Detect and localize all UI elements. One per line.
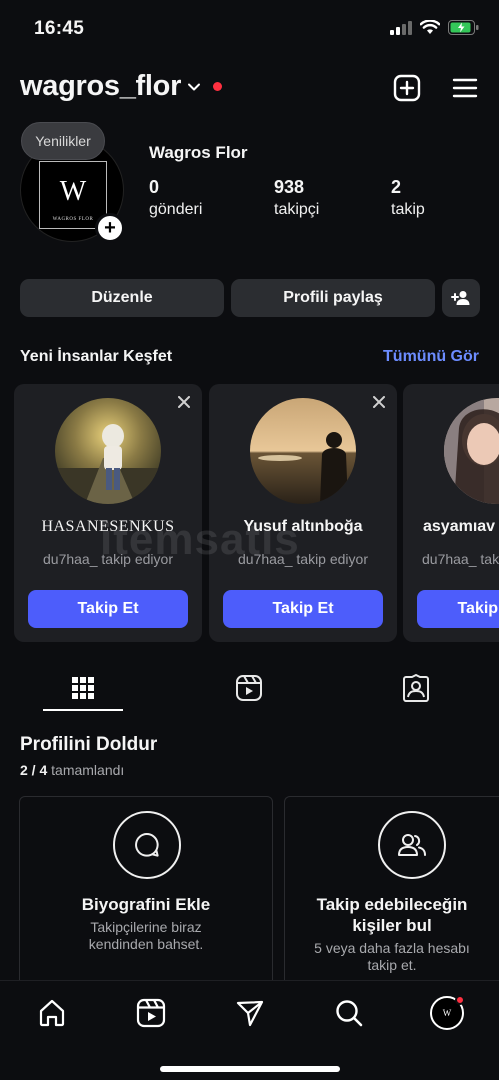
add-bio-desc-line2: kendinden bahset. (88, 936, 204, 952)
posts-count: 0 (149, 177, 160, 197)
username: wagros_flor (20, 70, 182, 102)
progress-label: tamamlandı (51, 762, 125, 778)
wifi-icon (420, 20, 440, 34)
hamburger-menu-icon (452, 78, 478, 98)
tab-reels[interactable] (197, 664, 301, 712)
person-sunset-photo (250, 398, 356, 504)
follow-button[interactable]: Takip Et (417, 590, 499, 628)
add-bio-title: Biyografini Ekle (81, 895, 211, 914)
posts-stat[interactable]: 0 gönderi (149, 177, 202, 219)
home-indicator (160, 1066, 340, 1072)
suggestion-card[interactable]: HASANESENKUS du7haa_ takip ediyor Takip … (14, 384, 202, 642)
following-label: takip (391, 201, 425, 218)
tagged-person-icon (403, 674, 429, 702)
suggestion-card[interactable]: asyamıav du7haa_ takip ed Takip Et (403, 384, 499, 642)
nav-profile[interactable]: W (427, 993, 467, 1033)
plus-square-icon (393, 74, 421, 102)
bottom-nav: W (0, 980, 499, 1080)
edit-profile-button[interactable]: Düzenle (20, 279, 224, 317)
status-time: 16:45 (34, 18, 85, 39)
paper-plane-icon (236, 1000, 264, 1027)
find-people-title-line1: Takip edebileceğin (316, 895, 468, 914)
people-icon (398, 834, 426, 856)
suggestion-name: asyamıav (423, 518, 496, 535)
new-note-bubble[interactable]: Yenilikler (21, 122, 105, 160)
suggestion-card[interactable]: Yusuf altınboğa du7haa_ takip ediyor Tak… (209, 384, 397, 642)
nav-messages[interactable] (230, 993, 270, 1033)
add-bio-card[interactable]: Biyografini Ekle Takipçilerine biraz ken… (19, 796, 273, 986)
plus-icon: + (104, 217, 116, 239)
nav-reels[interactable] (131, 993, 171, 1033)
suggestion-subtitle: du7haa_ takip ed (422, 551, 499, 567)
find-people-desc-line2: takip et. (367, 957, 417, 973)
find-people-title-line2: kişiler bul (352, 916, 432, 935)
add-bio-desc-line1: Takipçilerine biraz (90, 919, 202, 935)
reels-icon (136, 998, 166, 1028)
follow-button[interactable]: Takip Et (223, 590, 383, 628)
nav-home[interactable] (32, 993, 72, 1033)
search-icon (336, 1000, 363, 1027)
close-icon (178, 396, 190, 408)
share-profile-button[interactable]: Profili paylaş (231, 279, 435, 317)
chevron-down-icon (188, 83, 201, 90)
posts-label: gönderi (149, 201, 203, 218)
account-switcher[interactable]: wagros_flor (20, 70, 223, 103)
watermark: itemsatis (100, 515, 300, 564)
find-people-desc-line1: 5 veya daha fazla hesabı (314, 940, 470, 956)
tab-tagged[interactable] (364, 664, 468, 712)
active-tab-indicator (43, 709, 123, 711)
person-street-photo (55, 398, 161, 504)
grid-icon (72, 677, 94, 699)
suggestion-avatar[interactable] (444, 398, 499, 504)
battery-icon (448, 20, 479, 35)
followers-stat[interactable]: 938 takipçi (274, 177, 319, 219)
reels-icon (236, 675, 262, 701)
display-name: Wagros Flor (149, 143, 248, 162)
speech-bubble-icon (135, 833, 159, 857)
followers-label: takipçi (274, 201, 320, 218)
complete-profile-title: Profilini Doldur (20, 734, 158, 755)
menu-button[interactable] (449, 72, 481, 104)
add-story-button[interactable]: + (95, 213, 125, 243)
following-stat[interactable]: 2 takip (391, 177, 425, 219)
suggestion-avatar[interactable] (55, 398, 161, 504)
followers-count: 938 (274, 177, 305, 197)
complete-profile-progress: 2 / 4 tamamlandı (20, 762, 124, 778)
suggestion-avatar[interactable] (250, 398, 356, 504)
bio-icon-circle (113, 811, 181, 879)
see-all-link[interactable]: Tümünü Gör (383, 348, 479, 366)
add-person-icon (451, 291, 470, 305)
discover-title: Yeni İnsanlar Keşfet (20, 348, 173, 365)
discover-people-button[interactable] (442, 279, 480, 317)
tab-posts-grid[interactable] (31, 664, 135, 712)
person-portrait-photo (444, 398, 499, 504)
nav-avatar-letter: W (442, 1008, 452, 1018)
following-count: 2 (391, 177, 402, 197)
home-icon (39, 999, 65, 1027)
signal-icon (390, 20, 412, 35)
nav-search[interactable] (329, 993, 369, 1033)
find-people-card[interactable]: Takip edebileceğin kişiler bul 5 veya da… (284, 796, 499, 986)
profile-avatar-icon: W (430, 995, 465, 1030)
create-post-button[interactable] (391, 72, 423, 104)
notification-dot (455, 995, 465, 1005)
close-icon (373, 396, 385, 408)
dismiss-button[interactable] (174, 392, 194, 412)
people-icon-circle (378, 811, 446, 879)
status-icons (390, 20, 479, 35)
dismiss-button[interactable] (369, 392, 389, 412)
notification-dot (213, 82, 223, 91)
follow-button[interactable]: Takip Et (28, 590, 188, 628)
progress-value: 2 / 4 (20, 762, 48, 778)
avatar-logo-letter: W (59, 176, 87, 207)
